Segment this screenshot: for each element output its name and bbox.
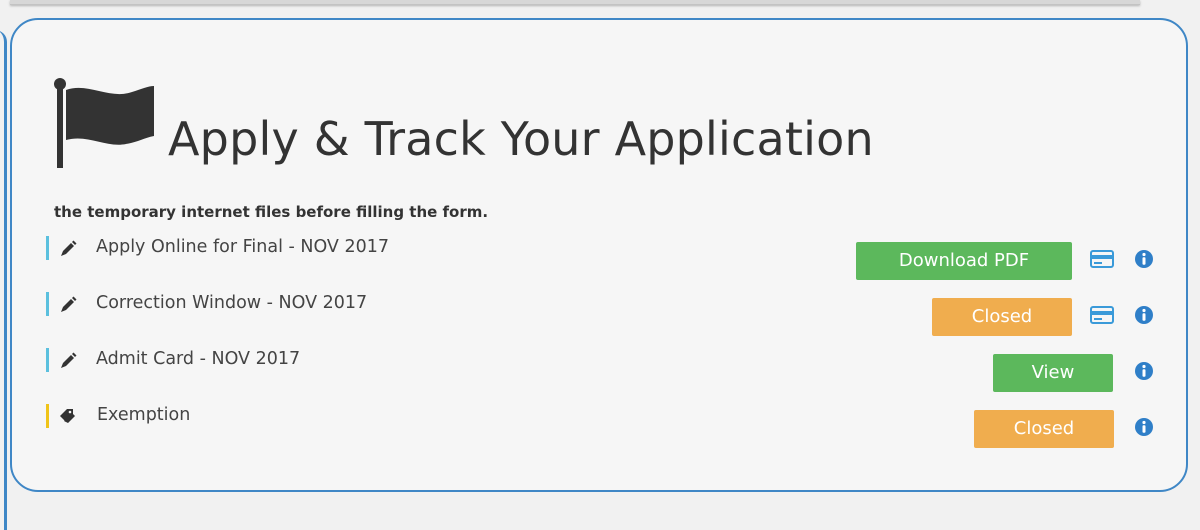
info-circle-icon[interactable] <box>1135 306 1153 324</box>
correction-closed-button[interactable]: Closed <box>932 298 1072 336</box>
row-marker <box>46 292 49 316</box>
row-marker <box>46 404 49 428</box>
credit-card-icon[interactable] <box>1090 250 1114 268</box>
top-bar <box>10 0 1140 5</box>
flag-icon <box>54 78 154 168</box>
download-pdf-button[interactable]: Download PDF <box>856 242 1072 280</box>
left-panel-edge <box>0 30 7 530</box>
pencil-icon <box>61 296 77 312</box>
pencil-icon <box>61 352 77 368</box>
info-circle-icon[interactable] <box>1135 362 1153 380</box>
tags-icon <box>60 409 75 423</box>
list-item-label[interactable]: Admit Card - NOV 2017 <box>96 349 300 369</box>
view-button[interactable]: View <box>993 354 1113 392</box>
credit-card-icon[interactable] <box>1090 306 1114 324</box>
info-circle-icon[interactable] <box>1135 418 1153 436</box>
list-item-label[interactable]: Correction Window - NOV 2017 <box>96 293 367 313</box>
notice-text: the temporary internet files before fill… <box>54 203 489 221</box>
list-item-label[interactable]: Exemption <box>97 405 190 425</box>
list-item-label[interactable]: Apply Online for Final - NOV 2017 <box>96 237 389 257</box>
row-marker <box>46 236 49 260</box>
pencil-icon <box>61 240 77 256</box>
page-title: Apply & Track Your Application <box>168 112 874 166</box>
row-marker <box>46 348 49 372</box>
info-circle-icon[interactable] <box>1135 250 1153 268</box>
exemption-closed-button[interactable]: Closed <box>974 410 1114 448</box>
